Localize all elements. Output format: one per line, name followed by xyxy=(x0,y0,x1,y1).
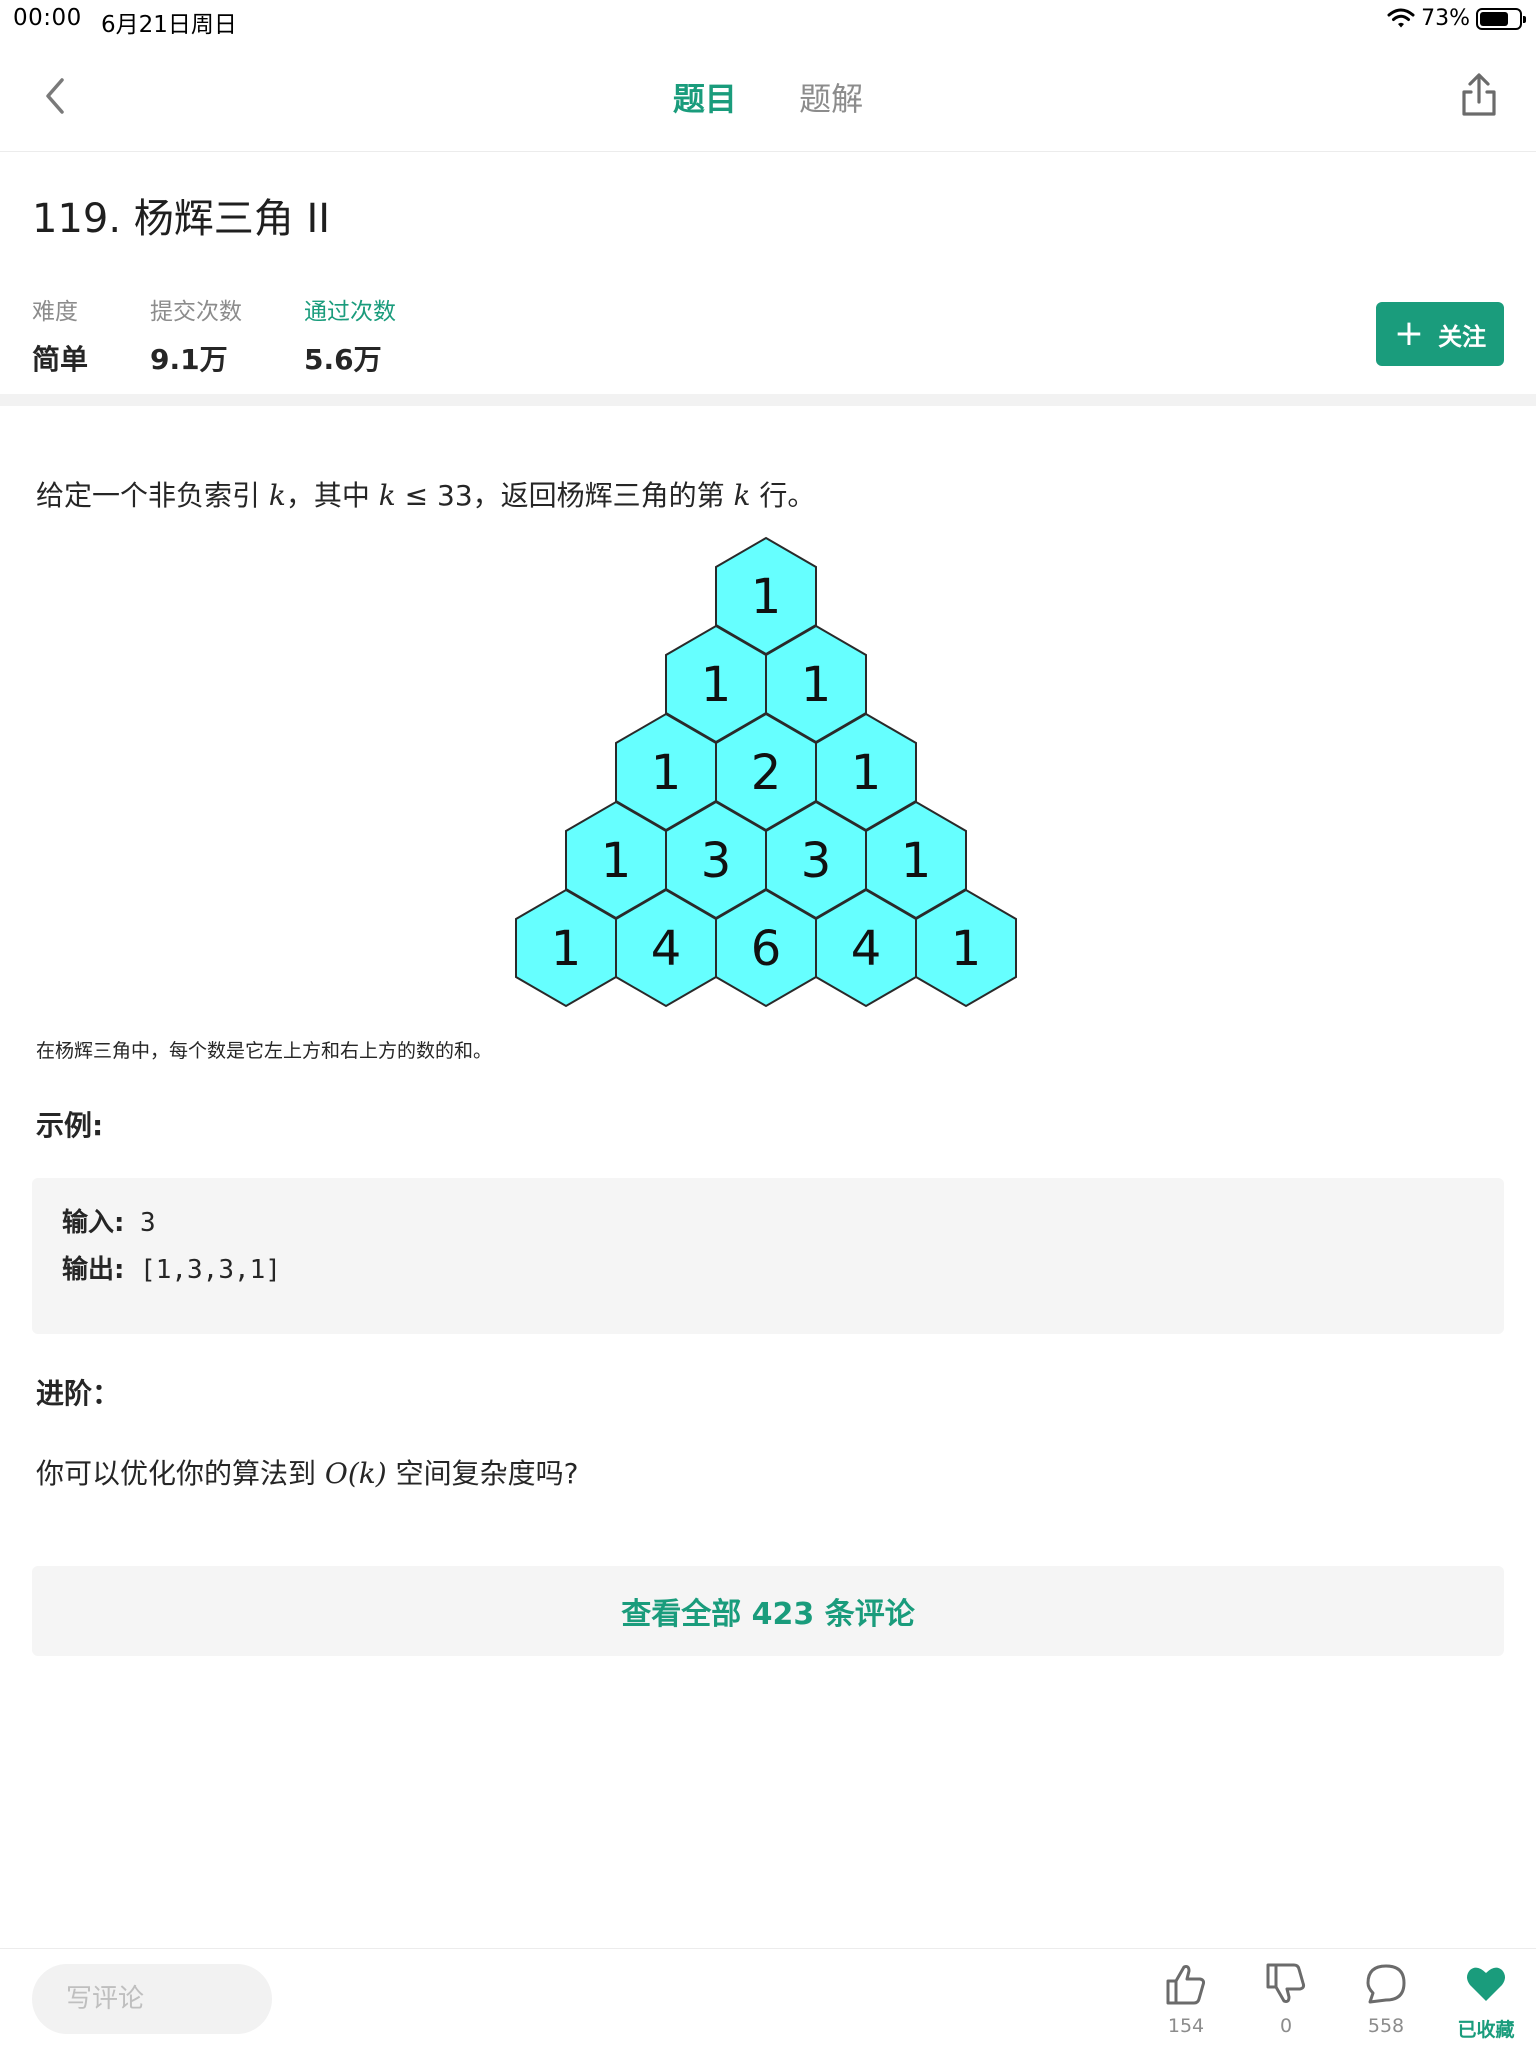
complexity-expression: O(k) xyxy=(324,1457,387,1490)
hex-cell-value: 3 xyxy=(701,833,732,889)
view-all-comments-button[interactable]: 查看全部 423 条评论 xyxy=(32,1566,1504,1656)
stat-value: 简单 xyxy=(32,343,89,376)
example-title: 示例: xyxy=(36,1109,104,1142)
example-output-line: 输出: [1,3,3,1] xyxy=(62,1249,1474,1286)
desc-text: ，其中 xyxy=(285,479,379,512)
hex-cell-value: 1 xyxy=(751,569,782,625)
hex-cell-value: 1 xyxy=(551,921,582,977)
comments-button[interactable]: 558 xyxy=(1346,1961,1426,2037)
dislike-count: 0 xyxy=(1279,2015,1293,2037)
nav-tabs: 题目 题解 xyxy=(0,74,1536,120)
hex-cell-value: 4 xyxy=(851,921,882,977)
hex-cell-value: 3 xyxy=(801,833,832,889)
hex-cell-value: 4 xyxy=(651,921,682,977)
favorite-button[interactable]: 已收藏 xyxy=(1446,1961,1526,2042)
follow-label: 关注 xyxy=(1438,322,1487,351)
advanced-text-part: 空间复杂度吗? xyxy=(386,1457,579,1490)
hex-cell-value: 2 xyxy=(751,745,782,801)
desc-text: 行。 xyxy=(750,479,816,512)
desc-text: 给定一个非负索引 xyxy=(36,479,269,512)
status-indicators: 73% xyxy=(1387,6,1526,31)
advanced-title: 进阶： xyxy=(36,1377,121,1410)
thumbs-down-icon xyxy=(1266,1963,1306,2003)
battery-percentage: 73% xyxy=(1421,6,1470,31)
example-input-line: 输入: 3 xyxy=(62,1202,1474,1239)
desc-var: k xyxy=(378,479,396,512)
stat-accepted: 通过次数 5.6万 xyxy=(304,292,396,378)
section-divider xyxy=(0,394,1536,406)
share-icon xyxy=(1462,73,1496,116)
hex-cell-value: 1 xyxy=(901,833,932,889)
share-button[interactable] xyxy=(1456,70,1502,120)
favorited-label: 已收藏 xyxy=(1457,2019,1515,2041)
stat-difficulty: 难度 简单 xyxy=(32,292,88,378)
status-bar: 00:00 6月21日周日 73% xyxy=(0,0,1536,40)
write-comment-input[interactable] xyxy=(32,1964,272,2034)
input-label: 输入: xyxy=(62,1208,125,1238)
problem-title: 119. 杨辉三角 II xyxy=(32,196,331,242)
bottom-bar: 154 0 558 已收藏 xyxy=(0,1948,1536,2048)
advanced-text: 你可以优化你的算法到 O(k) 空间复杂度吗? xyxy=(36,1452,1502,1492)
figure-caption: 在杨辉三角中，每个数是它左上方和右上方的数的和。 xyxy=(36,1040,493,1062)
plus-icon: + xyxy=(1393,313,1425,354)
comment-icon xyxy=(1366,1964,1406,2004)
stat-label: 难度 xyxy=(32,299,78,325)
example-code-block: 输入: 3 输出: [1,3,3,1] xyxy=(32,1178,1504,1334)
stat-value: 5.6万 xyxy=(304,343,382,376)
output-label: 输出: xyxy=(62,1255,125,1285)
follow-button[interactable]: + 关注 xyxy=(1376,302,1504,366)
pascal-triangle-image: 11 11 2 11 3 3 11 4 6 4 1 xyxy=(515,536,1017,1008)
output-value: [1,3,3,1] xyxy=(124,1255,281,1285)
problem-description: 给定一个非负索引 k，其中 k ≤ 33，返回杨辉三角的第 k 行。 xyxy=(36,474,1502,514)
advanced-text-part: 你可以优化你的算法到 xyxy=(36,1457,325,1490)
stat-label: 提交次数 xyxy=(150,299,243,325)
dislike-button[interactable]: 0 xyxy=(1246,1961,1326,2037)
hex-cell-value: 1 xyxy=(851,745,882,801)
input-value: 3 xyxy=(124,1208,156,1238)
wifi-icon xyxy=(1387,8,1415,27)
battery-fill xyxy=(1480,11,1508,26)
stat-value: 9.1万 xyxy=(150,343,228,376)
desc-var: k xyxy=(733,479,751,512)
like-count: 154 xyxy=(1167,2015,1205,2037)
hex-cell-value: 1 xyxy=(701,657,732,713)
status-date: 6月21日周日 xyxy=(101,12,237,38)
comment-count: 558 xyxy=(1367,2015,1405,2037)
nav-bar: 题目 题解 xyxy=(0,40,1536,152)
status-time: 00:00 xyxy=(13,5,82,31)
like-button[interactable]: 154 xyxy=(1146,1961,1226,2037)
stat-submissions: 提交次数 9.1万 xyxy=(150,292,242,378)
hex-cell-value: 1 xyxy=(801,657,832,713)
tab-solutions[interactable]: 题解 xyxy=(799,74,863,120)
desc-var: k xyxy=(268,479,286,512)
stat-label: 通过次数 xyxy=(304,299,397,325)
hex-cell-value: 1 xyxy=(601,833,632,889)
thumbs-up-icon xyxy=(1166,1965,1206,2005)
tab-problem[interactable]: 题目 xyxy=(673,74,737,120)
problem-stats: 难度 简单 提交次数 9.1万 通过次数 5.6万 xyxy=(32,292,458,378)
hex-cell-value: 6 xyxy=(751,921,782,977)
desc-text: ≤ 33，返回杨辉三角的第 xyxy=(395,479,734,512)
hex-cell-value: 1 xyxy=(651,745,682,801)
heart-icon xyxy=(1467,1967,1505,2001)
hex-cell-value: 1 xyxy=(951,921,982,977)
battery-icon xyxy=(1476,7,1526,30)
